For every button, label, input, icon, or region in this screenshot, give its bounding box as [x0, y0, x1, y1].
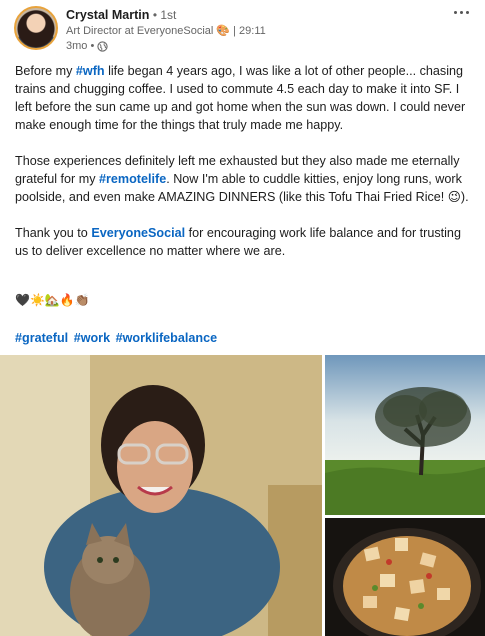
- post-time: 3mo •: [66, 40, 95, 52]
- hashtag-grateful[interactable]: #grateful: [15, 331, 68, 345]
- post-paragraph-2: Those experiences definitely left me exh…: [15, 152, 477, 206]
- tofu-fried-rice-image[interactable]: [325, 518, 485, 636]
- author-name-row: Crystal Martin • 1st: [66, 8, 176, 22]
- hashtag-worklifebalance[interactable]: #worklifebalance: [116, 331, 218, 345]
- post-text: Thank you to: [15, 226, 92, 240]
- post-paragraph-1: Before my #wfh life began 4 years ago, I…: [15, 62, 477, 134]
- selfie-with-cat-image[interactable]: [0, 355, 322, 636]
- emoji-line: 🖤☀️🏡🔥👏🏽: [15, 293, 90, 307]
- author-title: Art Director at EveryoneSocial 🎨 | 29:11: [66, 25, 266, 37]
- hashtag-remotelife[interactable]: #remotelife: [99, 172, 166, 186]
- selfie-illustration: [0, 355, 322, 636]
- post-image-gallery: [0, 355, 485, 636]
- author-name[interactable]: Crystal Martin: [66, 8, 149, 22]
- hashtag-list: #grateful #work #worklifebalance: [15, 330, 219, 346]
- hashtag-work[interactable]: #work: [74, 331, 110, 345]
- post-text: Before my: [15, 64, 76, 78]
- tree-illustration: [325, 355, 485, 515]
- post-meta: 3mo •: [66, 40, 108, 53]
- post-body: Before my #wfh life began 4 years ago, I…: [15, 62, 477, 278]
- more-options-icon[interactable]: [449, 4, 473, 20]
- hashtag-wfh[interactable]: #wfh: [76, 64, 105, 78]
- oak-tree-landscape-image[interactable]: [325, 355, 485, 515]
- connection-degree: • 1st: [152, 8, 177, 22]
- globe-icon: [97, 41, 108, 52]
- post-paragraph-3: Thank you to EveryoneSocial for encourag…: [15, 224, 477, 260]
- mention-everyonesocial[interactable]: EveryoneSocial: [91, 226, 185, 240]
- food-illustration: [325, 518, 485, 636]
- author-avatar[interactable]: [14, 6, 58, 50]
- post-header: Crystal Martin • 1st Art Director at Eve…: [0, 0, 485, 56]
